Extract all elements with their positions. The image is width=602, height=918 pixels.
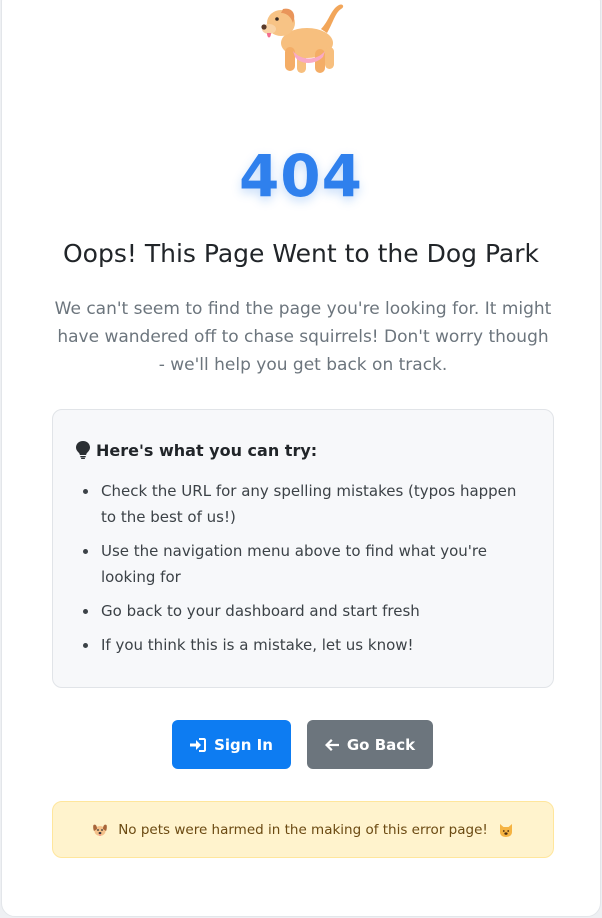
notice-text: No pets were harmed in the making of thi…: [118, 821, 488, 838]
go-back-label: Go Back: [346, 735, 416, 754]
notice-banner: No pets were harmed in the making of thi…: [52, 801, 554, 858]
tips-panel: Here's what you can try: Check the URL f…: [52, 409, 554, 688]
arrow-left-icon: [324, 738, 339, 751]
error-code: 404: [238, 142, 364, 210]
list-item: If you think this is a mistake, let us k…: [79, 632, 529, 658]
error-description: We can't seem to find the page you're lo…: [54, 299, 552, 375]
lightbulb-icon: [76, 441, 90, 459]
tips-title: Here's what you can try:: [96, 440, 318, 460]
error-card: 404 Oops! This Page Went to the Dog Park…: [1, 0, 601, 917]
dog-icon: [261, 4, 344, 73]
go-back-button[interactable]: Go Back: [307, 720, 433, 769]
sign-in-label: Sign In: [214, 735, 273, 754]
cat-face-icon: [499, 823, 512, 837]
tips-list: Check the URL for any spelling mistakes …: [79, 478, 529, 666]
dog-face-icon: [93, 824, 108, 836]
error-title: Oops! This Page Went to the Dog Park: [63, 239, 539, 268]
list-item: Check the URL for any spelling mistakes …: [79, 478, 529, 530]
sign-in-button[interactable]: Sign In: [172, 720, 291, 769]
list-item: Go back to your dashboard and start fres…: [79, 598, 529, 624]
list-item: Use the navigation menu above to find wh…: [79, 538, 529, 590]
tips-header: Here's what you can try:: [76, 438, 317, 462]
sign-in-icon: [190, 737, 207, 752]
